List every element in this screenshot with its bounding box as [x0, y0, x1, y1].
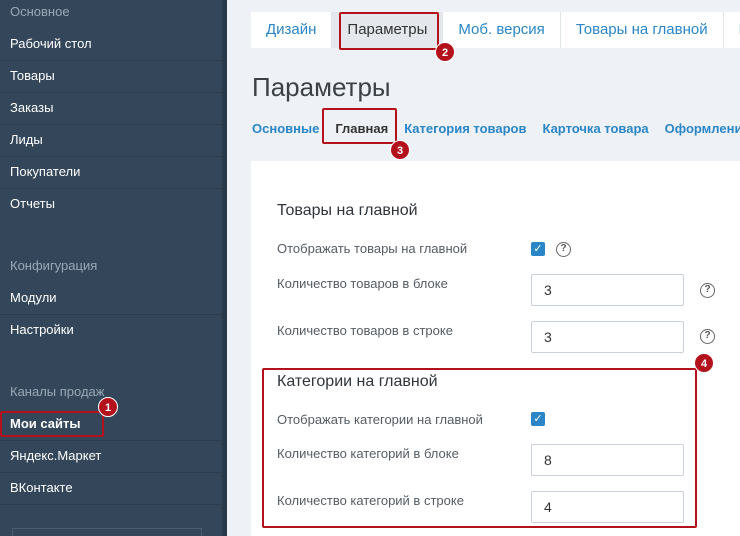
sidebar-group-config: Конфигурация	[10, 258, 98, 273]
subtab-product-category[interactable]: Категория товаров	[404, 121, 526, 136]
products-per-block-input[interactable]: 3	[531, 274, 684, 306]
highlight-my-sites	[0, 411, 104, 437]
annotation-badge-2: 2	[435, 42, 455, 62]
section-title-products: Товары на главной	[277, 202, 418, 219]
question-icon[interactable]: ?	[700, 329, 715, 344]
sidebar-group-channels: Каналы продаж	[10, 384, 105, 399]
sidebar: Основное Рабочий стол Товары Заказы Лиды…	[0, 0, 222, 536]
tab-more[interactable]: М	[724, 12, 740, 48]
label-show-products: Отображать товары на главной	[277, 241, 468, 256]
sidebar-item-settings[interactable]: Настройки	[0, 315, 222, 347]
sidebar-item-modules[interactable]: Модули	[0, 283, 222, 315]
label-products-per-block: Количество товаров в блоке	[277, 276, 448, 291]
annotation-badge-3: 3	[390, 140, 410, 160]
tab-mobile-version[interactable]: Моб. версия	[443, 12, 561, 48]
annotation-badge-1: 1	[98, 397, 118, 417]
page-title: Параметры	[252, 72, 391, 102]
checkmark-icon: ✓	[533, 243, 543, 255]
label-products-per-row: Количество товаров в строке	[277, 323, 453, 338]
sidebar-group-main: Основное	[10, 4, 70, 19]
subtab-product-card[interactable]: Карточка товара	[542, 121, 648, 136]
sidebar-bottom-widget	[12, 528, 202, 536]
sidebar-item-orders[interactable]: Заказы	[0, 93, 222, 125]
subtab-appearance[interactable]: Оформлени	[665, 121, 740, 136]
show-products-checkbox[interactable]: ✓	[531, 242, 545, 256]
sidebar-item-dashboard[interactable]: Рабочий стол	[0, 29, 222, 61]
annotation-badge-4: 4	[694, 353, 714, 373]
products-per-row-input[interactable]: 3	[531, 321, 684, 353]
question-icon[interactable]: ?	[700, 283, 715, 298]
sidebar-item-reports[interactable]: Отчеты	[0, 189, 222, 221]
highlight-categories-section	[262, 368, 697, 528]
tab-products-on-main[interactable]: Товары на главной	[561, 12, 724, 48]
sidebar-item-yandex-market[interactable]: Яндекс.Маркет	[0, 441, 222, 473]
sidebar-item-vkontakte[interactable]: ВКонтакте	[0, 473, 222, 505]
tab-design[interactable]: Дизайн	[251, 12, 333, 48]
sidebar-item-customers[interactable]: Покупатели	[0, 157, 222, 189]
highlight-parameters-tab	[339, 12, 439, 50]
subtab-general[interactable]: Основные	[252, 121, 319, 136]
highlight-main-subtab	[322, 108, 397, 144]
sidebar-item-products[interactable]: Товары	[0, 61, 222, 93]
sidebar-item-leads[interactable]: Лиды	[0, 125, 222, 157]
question-icon[interactable]: ?	[556, 242, 571, 257]
top-tab-bar: Дизайн Параметры Моб. версия Товары на г…	[251, 12, 740, 48]
